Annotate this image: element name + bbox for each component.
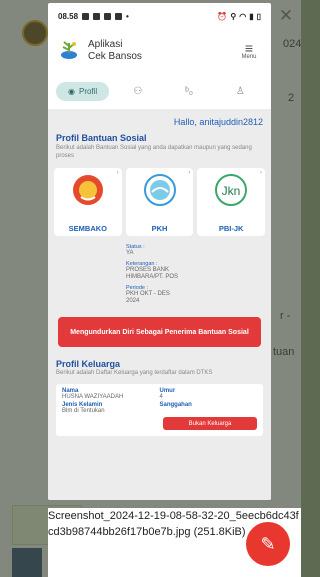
chevron-icon: ›	[116, 170, 119, 176]
status-bar: 08.58 • ⏰ ⚲ ◠ ▮ ▯	[48, 3, 271, 29]
section-title: Profil Bantuan Sosial	[56, 133, 147, 143]
notification-icon	[82, 12, 90, 20]
menu-label: Menu	[241, 54, 257, 60]
tab-label: Profil	[78, 86, 98, 96]
section-subtitle: Berikut adalah Daftar Keluarga yang terd…	[56, 370, 213, 376]
app-header: Aplikasi Cek Bansos ≡ Menu	[48, 29, 271, 73]
app-title-line: Cek Bansos	[88, 51, 142, 62]
keterangan-value: PROSES BANK HIMBARA/PT. POS	[126, 267, 179, 280]
chat-icon[interactable]: ᵇ₀	[166, 86, 211, 97]
app-title-line: Aplikasi	[88, 39, 123, 50]
family-member-card: Nama HUSNA WAZIYAADAH Umur 4 Jenis Kelam…	[56, 384, 263, 436]
location-icon: ⚲	[230, 11, 237, 21]
close-icon[interactable]: ✕	[276, 6, 296, 26]
bukan-keluarga-button[interactable]: Bukan Keluarga	[163, 417, 257, 430]
notification-icon	[93, 12, 101, 20]
screenshot-preview: 08.58 • ⏰ ⚲ ◠ ▮ ▯ Aplikasi Cek Bansos ≡ …	[48, 3, 271, 500]
dot-icon: •	[126, 11, 129, 21]
periode-value: PKH OKT - DES 2024	[126, 291, 170, 304]
program-cards: › SEMBAKO › PKH › Jkn PBI-JK	[48, 160, 271, 236]
hamburger-icon: ≡	[244, 40, 254, 56]
sembako-logo-icon	[72, 175, 103, 205]
program-label: PBI-JK	[218, 224, 244, 233]
profile-nav: ◉ Profil ⚇ ᵇ₀ ♙	[48, 73, 271, 109]
wifi-icon: ◠	[239, 11, 247, 21]
program-detail: Status : YA Keterangan : PROSES BANK HIM…	[48, 236, 271, 305]
pkh-logo-icon	[143, 174, 176, 206]
status-value: YA	[126, 250, 134, 256]
alarm-icon: ⏰	[217, 11, 228, 21]
sanggahan-label: Sanggahan	[159, 402, 192, 408]
section-subtitle: Berikut adalah Bantuan Sosial yang anda …	[56, 145, 252, 159]
chevron-icon: ›	[188, 170, 191, 176]
program-label: SEMBAKO	[68, 224, 107, 233]
menu-button[interactable]: ≡ Menu	[237, 40, 261, 60]
umur-value: 4	[159, 394, 163, 400]
withdraw-button[interactable]: Mengundurkan Diri Sebagai Penerima Bantu…	[58, 317, 261, 347]
app-title: Aplikasi Cek Bansos	[88, 39, 229, 63]
tab-profil[interactable]: ◉ Profil	[56, 81, 110, 101]
floating-action-button[interactable]: ✎	[246, 522, 290, 566]
user-circle-icon: ◉	[68, 86, 75, 96]
section-title: Profil Keluarga	[56, 359, 121, 369]
greeting: Hallo, anitajuddin2812	[173, 117, 263, 127]
jenis-kelamin-value: Blm di Tentukan	[62, 408, 105, 414]
family-icon[interactable]: ⚇	[115, 86, 160, 97]
signal-icon: ▮	[249, 11, 254, 21]
battery-icon: ▯	[256, 11, 261, 21]
program-card-sembako[interactable]: › SEMBAKO	[54, 168, 122, 236]
app-logo-icon	[61, 41, 77, 59]
jkn-logo-icon: Jkn	[215, 174, 248, 206]
nama-value: HUSNA WAZIYAADAH	[62, 394, 124, 400]
program-label: PKH	[151, 224, 168, 233]
chevron-icon: ›	[260, 170, 263, 176]
program-card-pbi-jk[interactable]: › Jkn PBI-JK	[197, 168, 266, 236]
user-add-icon[interactable]: ♙	[218, 86, 263, 97]
notification-icon	[115, 12, 123, 20]
svg-text:Jkn: Jkn	[222, 184, 241, 198]
notification-icon	[104, 12, 112, 20]
main-content: Hallo, anitajuddin2812 Profil Bantuan So…	[48, 109, 271, 500]
status-time: 08.58	[58, 11, 79, 21]
program-card-pkh[interactable]: › PKH	[125, 168, 194, 236]
